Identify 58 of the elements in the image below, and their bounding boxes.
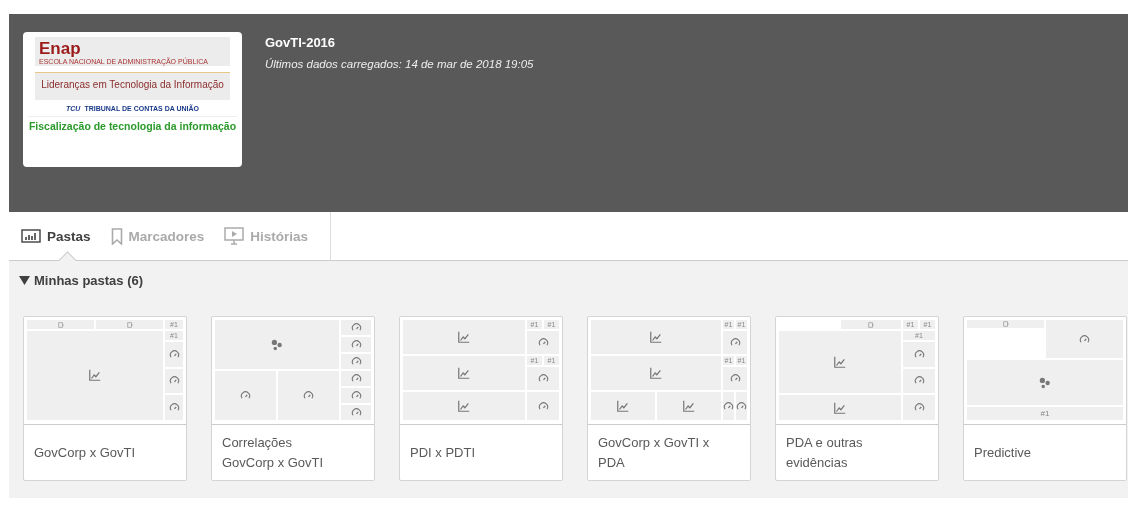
- cover-footer: Fiscalização de tecnologia da informação: [28, 116, 237, 132]
- filter-pane-icon: [1002, 321, 1009, 327]
- line-chart-icon: [649, 366, 663, 381]
- bookmark-icon: [110, 227, 123, 245]
- bar-chart-icon: [21, 228, 41, 244]
- gauge-icon: [168, 375, 180, 387]
- gauge-icon: [729, 337, 741, 349]
- line-chart-icon: [649, 330, 663, 345]
- gauge-icon: [350, 322, 362, 333]
- last-reload-text: Últimos dados carregados: 14 de mar de 2018 19:05: [265, 58, 534, 70]
- tab[interactable]: Pastas: [21, 228, 91, 244]
- filter-pane-icon: [126, 321, 133, 328]
- line-chart-icon: [88, 368, 102, 383]
- line-chart-icon: [833, 400, 847, 415]
- gauge-icon: [736, 400, 747, 412]
- line-chart-icon: [457, 366, 471, 381]
- gauge-icon: [350, 390, 362, 401]
- sheet-card[interactable]: #1 Predictive: [963, 316, 1127, 481]
- brand-name: Enap: [39, 39, 82, 58]
- sheet-title: GovCorp x GovTI x PDA: [597, 433, 711, 472]
- gauge-icon: [240, 390, 251, 401]
- scatter-icon: [270, 337, 284, 352]
- line-chart-icon: [682, 399, 696, 414]
- gauge-icon: [729, 373, 741, 385]
- filter-pane-icon: [868, 321, 874, 328]
- filter-pane-icon: [57, 321, 64, 328]
- line-chart-icon: [457, 399, 471, 414]
- line-chart-icon: [833, 355, 847, 370]
- caret-icon: [19, 276, 30, 285]
- sheet-title: PDI x PDTI: [409, 443, 476, 462]
- gauge-icon: [537, 400, 549, 412]
- gauge-icon: [913, 375, 925, 387]
- gauge-icon: [723, 400, 734, 412]
- cover-heading: Lideranças em Tecnologia da Informação: [40, 79, 225, 90]
- gauge-icon: [1079, 333, 1090, 345]
- app-title: GovTI-2016: [265, 35, 337, 50]
- gauge-icon: [350, 339, 362, 350]
- gauge-icon: [168, 402, 180, 414]
- sheet-title: Correlações GovCorp x GovTI: [221, 433, 325, 472]
- sheet-title: GovCorp x GovTI: [33, 443, 137, 462]
- gauge-icon: [913, 402, 925, 414]
- gauge-icon: [537, 337, 549, 349]
- gauge-icon: [913, 348, 925, 360]
- kpi-label: #1: [967, 407, 1123, 420]
- gauge-icon: [350, 407, 362, 418]
- line-chart-icon: [457, 330, 471, 345]
- gauge-icon: [537, 373, 549, 385]
- scatter-icon: [1038, 375, 1052, 390]
- sheet-title: PDA e outras evidências: [785, 433, 864, 472]
- line-chart-icon: [616, 399, 630, 414]
- gauge-icon: [350, 373, 362, 384]
- presentation-icon: [224, 227, 245, 245]
- gauge-icon: [350, 356, 362, 367]
- sheet-title: Predictive: [973, 443, 1033, 462]
- gauge-icon: [303, 390, 314, 401]
- gauge-icon: [168, 348, 180, 360]
- sheet-card[interactable]: Correlações GovCorp x GovTI: [211, 316, 375, 481]
- section-toggle[interactable]: Minhas pastas (6): [19, 273, 144, 288]
